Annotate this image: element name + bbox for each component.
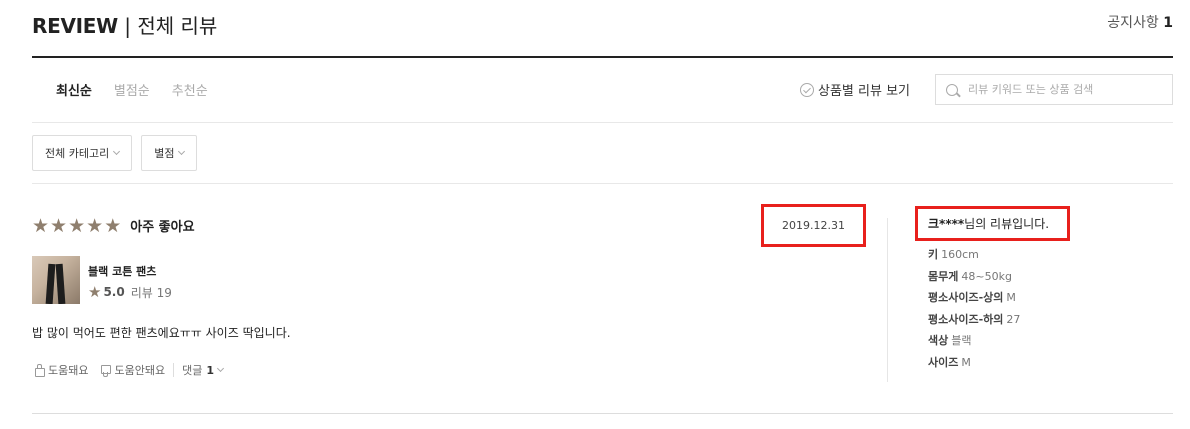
helpful-label: 도움돼요 <box>48 364 89 377</box>
not-helpful-label: 도움안돼요 <box>114 364 166 377</box>
not-helpful-button[interactable]: 도움안돼요 <box>98 362 165 378</box>
sortbar-divider <box>32 122 1173 123</box>
star-icon: ★ <box>88 283 102 301</box>
spec-usual-bottom-size: 평소사이즈-하의 27 <box>928 312 1021 326</box>
product-link[interactable]: 블랙 코튼 팬츠 ★ 5.0 리뷰 19 <box>32 256 172 304</box>
product-info: 블랙 코튼 팬츠 ★ 5.0 리뷰 19 <box>88 256 172 304</box>
title-rest: | 전체 리뷰 <box>117 14 218 38</box>
product-thumbnail[interactable] <box>32 256 80 304</box>
review-bottom-divider <box>32 413 1173 414</box>
star-icon: ★ <box>68 214 86 237</box>
page-header: REVIEW | 전체 리뷰 공지사항 1 <box>32 10 1173 39</box>
thumb-up-icon <box>32 364 45 377</box>
rating-filter-dropdown[interactable]: 별점 <box>141 135 198 171</box>
notice-label: 공지사항 <box>1107 15 1159 31</box>
review-actions: 도움돼요 도움안돼요 댓글 1 <box>32 362 225 378</box>
star-icon: ★ <box>32 214 50 237</box>
review-item: ★ ★ ★ ★ ★ 아주 좋아요 2019.12.31 블랙 코튼 팬츠 ★ 5… <box>32 184 1173 414</box>
comment-count: 1 <box>206 363 214 377</box>
title-bold: REVIEW <box>32 14 118 38</box>
star-icon: ★ <box>86 214 104 237</box>
sort-tab-latest[interactable]: 최신순 <box>56 80 92 99</box>
review-search-input[interactable] <box>968 83 1168 96</box>
reviewer-id: 크**** <box>928 217 965 231</box>
sort-tab-rating[interactable]: 별점순 <box>114 80 150 99</box>
reviewer-suffix: 님의 리뷰입니다. <box>964 217 1050 231</box>
chevron-down-icon <box>216 364 225 373</box>
search-icon <box>946 83 958 96</box>
action-separator <box>173 363 175 377</box>
spec-height: 키 160cm <box>928 248 979 261</box>
review-body: 밥 많이 먹어도 편한 팬츠에요ㅠㅠ 사이즈 딱입니다. <box>32 326 291 340</box>
thumbnail-leg <box>45 263 56 304</box>
comment-toggle[interactable]: 댓글 1 <box>182 362 225 378</box>
product-review-count: 리뷰 19 <box>130 285 172 300</box>
product-score: 5.0 <box>103 285 125 299</box>
thumbnail-leg <box>55 263 66 304</box>
review-date: 2019.12.31 <box>761 204 866 247</box>
spec-size: 사이즈 M <box>928 355 971 369</box>
spec-color: 색상 블랙 <box>928 334 972 347</box>
rating-filter-label: 별점 <box>154 147 175 160</box>
reviewer-name: 크**** 님의 리뷰입니다. <box>915 206 1070 241</box>
rating-text: 아주 좋아요 <box>130 220 195 235</box>
reviewer-specs: 키 160cm 몸무게 48~50kg 평소사이즈-상의 M 평소사이즈-하의 27 색… <box>928 244 1020 373</box>
comment-label: 댓글 <box>182 364 203 377</box>
category-filter-label: 전체 카테고리 <box>45 147 110 160</box>
chevron-down-icon <box>178 147 186 156</box>
filter-bar: 전체 카테고리 별점 <box>32 135 198 171</box>
view-by-product-toggle[interactable]: 상품별 리뷰 보기 <box>800 80 910 99</box>
helpful-button[interactable]: 도움돼요 <box>32 362 88 378</box>
sort-bar: 최신순 별점순 추천순 상품별 리뷰 보기 <box>32 58 1173 122</box>
product-name[interactable]: 블랙 코튼 팬츠 <box>88 263 172 279</box>
category-filter-dropdown[interactable]: 전체 카테고리 <box>32 135 133 171</box>
page-title: REVIEW | 전체 리뷰 <box>32 10 217 39</box>
review-date-text: 2019.12.31 <box>782 219 845 232</box>
spec-weight: 몸무게 48~50kg <box>928 269 1012 283</box>
notice-count: 1 <box>1163 15 1173 31</box>
review-column-divider <box>887 218 888 382</box>
thumb-down-icon <box>98 364 112 377</box>
notice-link[interactable]: 공지사항 1 <box>1107 12 1173 32</box>
spec-usual-top-size: 평소사이즈-상의 M <box>928 291 1016 304</box>
review-search-box <box>935 74 1173 105</box>
check-circle-icon <box>800 82 814 97</box>
sort-tabs: 최신순 별점순 추천순 <box>56 80 208 99</box>
star-icon: ★ <box>50 214 68 237</box>
review-rating: ★ ★ ★ ★ ★ 아주 좋아요 <box>32 216 195 235</box>
product-meta: ★ 5.0 리뷰 19 <box>88 283 172 301</box>
star-icon: ★ <box>104 214 122 237</box>
chevron-down-icon <box>113 147 121 156</box>
sort-tab-recommended[interactable]: 추천순 <box>172 80 208 99</box>
view-by-product-label: 상품별 리뷰 보기 <box>818 84 910 99</box>
